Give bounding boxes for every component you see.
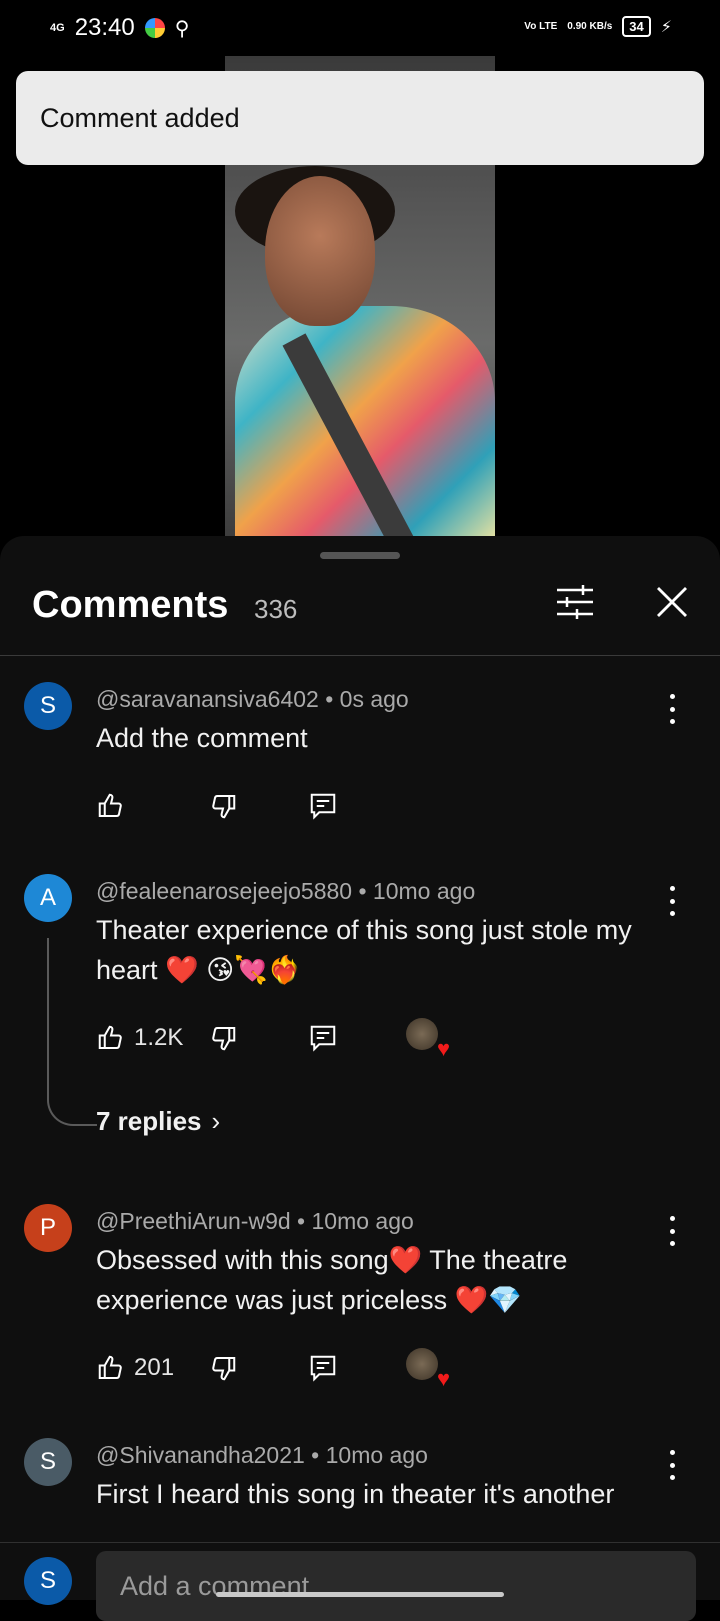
reply-icon: [310, 1025, 336, 1052]
avatar[interactable]: S: [24, 682, 72, 730]
battery-icon: 34: [622, 16, 651, 37]
replies-label: 7 replies: [96, 1106, 202, 1136]
comment-meta[interactable]: @Shivanandha2021 • 10mo ago: [96, 1442, 428, 1469]
creator-heart-icon: ♥: [406, 1018, 450, 1060]
video-frame-face: [265, 176, 375, 326]
comment-actions: 1.2K ♥: [96, 1018, 696, 1060]
comment-meta[interactable]: @saravanansiva6402 • 0s ago: [96, 686, 409, 713]
comment-actions: [96, 788, 696, 824]
avatar[interactable]: P: [24, 1204, 72, 1252]
status-time: 23:40: [74, 14, 135, 41]
comment-text: Add the comment: [96, 723, 308, 753]
dislike-button[interactable]: [208, 1020, 238, 1056]
more-options-icon[interactable]: [660, 1450, 684, 1480]
comments-title: Comments: [32, 584, 229, 626]
dislike-button[interactable]: [208, 788, 238, 824]
like-count: 201: [134, 1354, 175, 1381]
thumbs-up-icon: [98, 1025, 122, 1049]
close-icon[interactable]: [650, 580, 694, 624]
composer-divider: [0, 1542, 720, 1543]
thumbs-down-icon: [212, 1357, 236, 1381]
thumbs-up-icon: [98, 1355, 122, 1379]
like-button[interactable]: 201: [96, 1350, 174, 1386]
reply-button[interactable]: [308, 1350, 338, 1386]
comment-text: First I heard this song in theater it's …: [96, 1479, 615, 1509]
thumbs-down-icon: [212, 795, 236, 819]
comment-text: Theater experience of this song just sto…: [96, 915, 632, 985]
avatar[interactable]: S: [24, 1438, 72, 1486]
reply-icon: [310, 793, 336, 820]
dislike-button[interactable]: [208, 1350, 238, 1386]
add-comment-input[interactable]: [96, 1551, 696, 1621]
comment-actions: 201 ♥: [96, 1348, 696, 1390]
comment-text: Obsessed with this song❤️ The theatre ex…: [96, 1245, 568, 1315]
thumbs-down-icon: [212, 1027, 236, 1051]
gesture-nav-bar[interactable]: [216, 1592, 504, 1597]
reply-button[interactable]: [308, 1020, 338, 1056]
usb-icon: ⚲: [174, 17, 190, 40]
view-replies-button[interactable]: 7 replies ›: [96, 1106, 220, 1137]
reply-icon: [310, 1355, 336, 1382]
avatar[interactable]: A: [24, 874, 72, 922]
app-notification-icon: [144, 18, 165, 38]
like-button[interactable]: 1.2K: [96, 1020, 183, 1056]
comments-count: 336: [254, 594, 298, 624]
more-options-icon[interactable]: [660, 886, 684, 916]
network-speed: 0.90 KB/s: [567, 21, 613, 32]
comments-sheet: Comments 336 S @saravanansiva6402 • 0s a…: [0, 536, 720, 1621]
thread-line: [47, 938, 97, 1126]
comment-meta[interactable]: @PreethiArun-w9d • 10mo ago: [96, 1208, 414, 1235]
network-indicator: 4G: [50, 22, 65, 34]
charging-icon: ⚡: [660, 18, 672, 36]
status-bar: 4G 23:40 ⚲ Vo LTE 0.90 KB/s 34 ⚡: [0, 0, 720, 56]
my-avatar: S: [24, 1557, 72, 1605]
more-options-icon[interactable]: [660, 694, 684, 724]
like-button[interactable]: [96, 788, 126, 824]
sort-filter-icon[interactable]: [553, 580, 597, 624]
chevron-right-icon: ›: [211, 1106, 221, 1136]
volte-indicator: Vo LTE: [524, 21, 558, 32]
creator-heart-icon: ♥: [406, 1348, 450, 1390]
drag-handle[interactable]: [320, 552, 400, 559]
comment-meta[interactable]: @fealeenarosejeejo5880 • 10mo ago: [96, 878, 475, 905]
reply-button[interactable]: [308, 788, 338, 824]
like-count: 1.2K: [134, 1024, 184, 1051]
comments-list[interactable]: S @saravanansiva6402 • 0s ago Add the co…: [0, 656, 720, 1542]
thumbs-up-icon: [98, 793, 122, 817]
comment-added-toast: Comment added: [16, 71, 704, 165]
more-options-icon[interactable]: [660, 1216, 684, 1246]
